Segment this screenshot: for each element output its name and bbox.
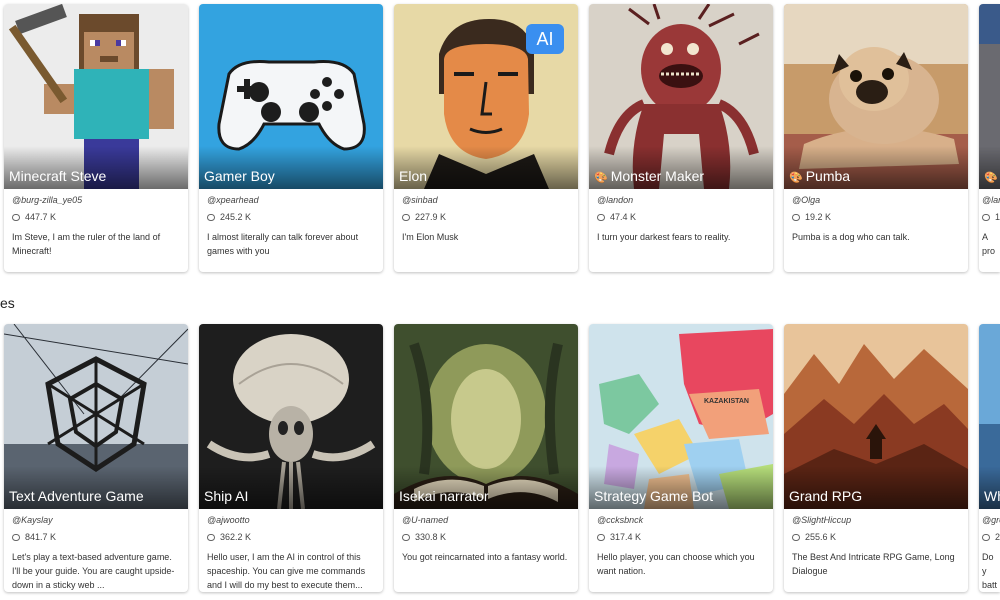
character-title: 🎨 Monster Maker <box>589 146 773 189</box>
character-title: Grand RPG <box>784 466 968 509</box>
character-description: Pumba is a dog who can talk. <box>792 232 910 242</box>
character-thumbnail: Minecraft Steve <box>4 4 188 189</box>
chat-bubble-icon <box>207 213 215 221</box>
chat-count: 330.8 K <box>402 529 570 545</box>
creator-handle[interactable]: @lan <box>982 195 1000 209</box>
character-thumbnail: Wh <box>979 324 1000 509</box>
section-heading: es <box>0 295 15 311</box>
chat-count: 317.4 K <box>597 529 765 545</box>
character-thumbnail: Ship AI <box>199 324 383 509</box>
map-label: KAZAKISTAN <box>704 398 749 405</box>
character-thumbnail: 🎨Z <box>979 4 1000 189</box>
palette-icon: 🎨 <box>594 172 608 184</box>
character-title: Isekai narrator <box>394 466 578 509</box>
chat-count: 47.4 K <box>597 209 765 225</box>
creator-handle[interactable]: @U-named <box>402 515 570 529</box>
character-title: Wh <box>979 466 1000 509</box>
chat-count: 2 <box>982 529 1000 545</box>
chat-count: 255.6 K <box>792 529 960 545</box>
character-card[interactable]: Gamer Boy @xpearhead 245.2 K I almost li… <box>199 4 383 272</box>
ai-badge: AI <box>526 24 564 54</box>
character-description: Do y batt <box>982 552 998 590</box>
character-title: 🎨 Pumba <box>784 146 968 189</box>
character-card[interactable]: Ship AI @ajwootto 362.2 K Hello user, I … <box>199 324 383 592</box>
chat-count: 362.2 K <box>207 529 375 545</box>
character-card[interactable]: KAZAKISTAN Strategy Game Bot @ccksbnck 3… <box>589 324 773 592</box>
character-card[interactable]: Isekai narrator @U-named 330.8 K You got… <box>394 324 578 592</box>
character-description: I almost literally can talk forever abou… <box>207 232 359 256</box>
creator-handle[interactable]: @SlightHiccup <box>792 515 960 529</box>
character-title: Elon <box>394 146 578 189</box>
creator-handle[interactable]: @sinbad <box>402 195 570 209</box>
creator-handle[interactable]: @ccksbnck <box>597 515 765 529</box>
character-title: Ship AI <box>199 466 383 509</box>
character-card[interactable]: 🎨Z @lan 1 A pro <box>979 4 1000 272</box>
chat-bubble-icon <box>982 213 990 221</box>
chat-count: 841.7 K <box>12 529 180 545</box>
chat-bubble-icon <box>402 213 410 221</box>
chat-count: 227.9 K <box>402 209 570 225</box>
character-card[interactable]: AI Elon @sinbad 227.9 K I'm Elon Musk <box>394 4 578 272</box>
chat-bubble-icon <box>792 533 800 541</box>
character-row-games: Text Adventure Game @Kayslay 841.7 K Let… <box>0 324 1000 594</box>
character-card[interactable]: Wh @gre 2 Do y batt <box>979 324 1000 592</box>
chat-bubble-icon <box>597 533 605 541</box>
character-thumbnail: 🎨 Monster Maker <box>589 4 773 189</box>
chat-bubble-icon <box>402 533 410 541</box>
character-thumbnail: Gamer Boy <box>199 4 383 189</box>
creator-handle[interactable]: @Olga <box>792 195 960 209</box>
chat-count: 19.2 K <box>792 209 960 225</box>
character-thumbnail: KAZAKISTAN Strategy Game Bot <box>589 324 773 509</box>
character-card[interactable]: Minecraft Steve @burg-zilla_ye05 447.7 K… <box>4 4 188 272</box>
character-thumbnail: AI Elon <box>394 4 578 189</box>
creator-handle[interactable]: @xpearhead <box>207 195 375 209</box>
character-description: Let's play a text-based adventure game. … <box>12 552 175 590</box>
chat-bubble-icon <box>12 213 20 221</box>
chat-bubble-icon <box>207 533 215 541</box>
character-card[interactable]: Text Adventure Game @Kayslay 841.7 K Let… <box>4 324 188 592</box>
chat-count: 1 <box>982 209 1000 225</box>
chat-bubble-icon <box>12 533 20 541</box>
character-card[interactable]: 🎨 Monster Maker @landon 47.4 K I turn you… <box>589 4 773 272</box>
character-description: I turn your darkest fears to reality. <box>597 232 731 242</box>
character-title: Text Adventure Game <box>4 466 188 509</box>
character-thumbnail: Text Adventure Game <box>4 324 188 509</box>
character-description: A pro <box>982 232 996 256</box>
palette-icon: 🎨 <box>984 172 998 184</box>
character-thumbnail: 🎨 Pumba <box>784 4 968 189</box>
chat-bubble-icon <box>597 213 605 221</box>
character-description: Hello user, I am the AI in control of th… <box>207 552 366 590</box>
creator-handle[interactable]: @landon <box>597 195 765 209</box>
character-thumbnail: Grand RPG <box>784 324 968 509</box>
character-description: Hello player, you can choose which you w… <box>597 552 755 576</box>
creator-handle[interactable]: @ajwootto <box>207 515 375 529</box>
creator-handle[interactable]: @gre <box>982 515 1000 529</box>
character-description: Im Steve, I am the ruler of the land of … <box>12 232 161 256</box>
character-title: Minecraft Steve <box>4 146 188 189</box>
character-title: Strategy Game Bot <box>589 466 773 509</box>
character-description: I'm Elon Musk <box>402 232 459 242</box>
character-description: You got reincarnated into a fantasy worl… <box>402 552 568 562</box>
creator-handle[interactable]: @Kayslay <box>12 515 180 529</box>
character-title: 🎨Z <box>979 146 1000 189</box>
chat-bubble-icon <box>982 533 990 541</box>
creator-handle[interactable]: @burg-zilla_ye05 <box>12 195 180 209</box>
character-card[interactable]: 🎨 Pumba @Olga 19.2 K Pumba is a dog who c… <box>784 4 968 272</box>
character-title: Gamer Boy <box>199 146 383 189</box>
chat-bubble-icon <box>792 213 800 221</box>
character-card[interactable]: Grand RPG @SlightHiccup 255.6 K The Best… <box>784 324 968 592</box>
character-thumbnail: Isekai narrator <box>394 324 578 509</box>
character-description: The Best And Intricate RPG Game, Long Di… <box>792 552 955 576</box>
character-row-featured: Minecraft Steve @burg-zilla_ye05 447.7 K… <box>0 4 1000 274</box>
chat-count: 245.2 K <box>207 209 375 225</box>
palette-icon: 🎨 <box>789 172 803 184</box>
chat-count: 447.7 K <box>12 209 180 225</box>
